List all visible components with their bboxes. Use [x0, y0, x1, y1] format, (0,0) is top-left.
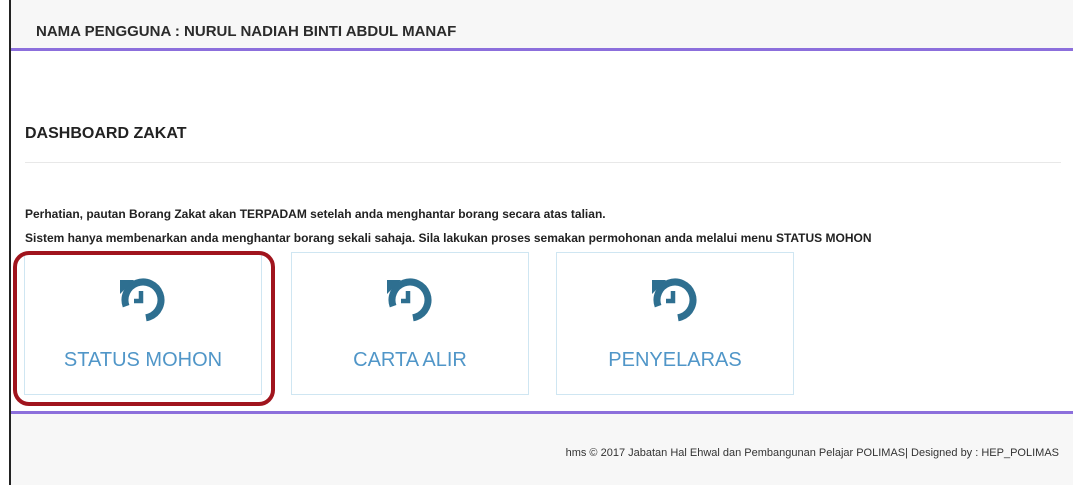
notice-text-2: Sistem hanya membenarkan anda menghantar…: [25, 231, 872, 245]
divider: [25, 162, 1061, 163]
user-name-label: NAMA PENGGUNA : NURUL NADIAH BINTI ABDUL…: [36, 23, 457, 40]
history-icon: [387, 278, 432, 322]
penyelaras-button[interactable]: PENYELARAS: [556, 252, 794, 395]
notice-text-1: Perhatian, pautan Borang Zakat akan TERP…: [25, 207, 606, 221]
highlight-annotation: [13, 251, 275, 406]
top-bar: NAMA PENGGUNA : NURUL NADIAH BINTI ABDUL…: [11, 0, 1073, 51]
history-icon: [652, 278, 697, 322]
footer: hms © 2017 Jabatan Hal Ehwal dan Pembang…: [11, 411, 1073, 485]
page-title: DASHBOARD ZAKAT: [25, 125, 187, 142]
app-frame: NAMA PENGGUNA : NURUL NADIAH BINTI ABDUL…: [9, 0, 1073, 485]
footer-text: hms © 2017 Jabatan Hal Ehwal dan Pembang…: [565, 447, 1059, 459]
carta-alir-button[interactable]: CARTA ALIR: [291, 252, 529, 395]
card-label: PENYELARAS: [608, 349, 742, 371]
card-label: CARTA ALIR: [353, 349, 467, 371]
